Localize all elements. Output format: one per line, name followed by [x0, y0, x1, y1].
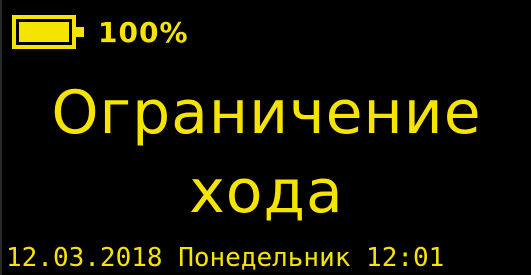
time-text: 12:01	[366, 243, 445, 273]
mode-title-line-1: Ограничение	[51, 78, 482, 148]
status-bar: 100%	[12, 12, 189, 52]
date-text: 12.03.2018	[6, 243, 163, 273]
weekday-text: Понедельник	[178, 243, 351, 273]
datetime-footer: 12.03.2018 Понедельник 12:01	[6, 245, 444, 271]
battery-fill	[19, 22, 69, 42]
battery-terminal	[76, 27, 84, 37]
battery-icon	[12, 15, 84, 49]
battery-percentage: 100%	[98, 15, 189, 49]
lcd-screen: 100% Ограничение хода 12.03.2018 Понедел…	[0, 0, 531, 275]
mode-title-line-2: хода	[189, 157, 344, 227]
